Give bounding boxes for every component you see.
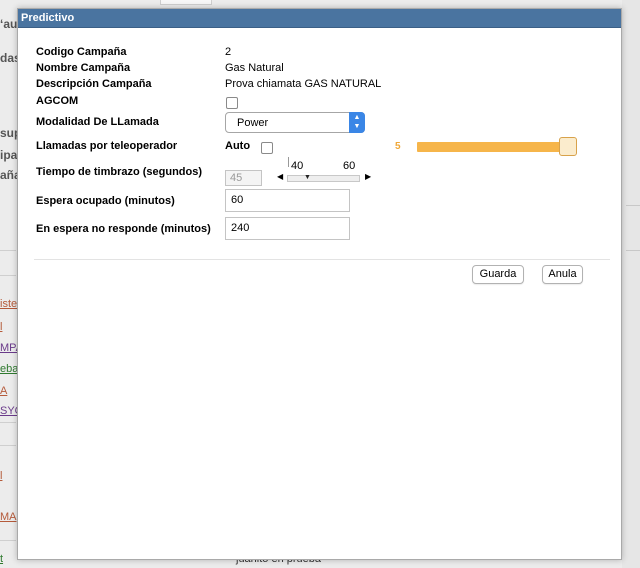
background-divider — [626, 250, 640, 251]
background-divider — [0, 422, 16, 423]
background-label: ʻau — [0, 17, 18, 31]
timbrazo-range-min: 40 — [291, 160, 304, 172]
timbrazo-label: Tiempo de timbrazo (segundos) — [36, 166, 203, 178]
background-link[interactable]: t — [0, 553, 3, 565]
espera-ocupado-input[interactable]: 60 — [225, 189, 350, 212]
nombre-campana-value: Gas Natural — [225, 62, 284, 74]
auto-label: Auto — [225, 140, 251, 152]
dialog-divider — [34, 259, 610, 260]
agcom-checkbox[interactable] — [226, 97, 238, 109]
auto-checkbox[interactable] — [261, 142, 273, 154]
espera-no-responde-input[interactable]: 240 — [225, 217, 350, 240]
range-thumb-icon[interactable]: ▼ — [304, 174, 311, 181]
modalidad-label: Modalidad De LLamada — [36, 116, 159, 128]
range-right-arrow-icon[interactable]: ▶ — [365, 172, 371, 181]
background-link[interactable]: l — [0, 321, 2, 333]
llamadas-slider-handle[interactable] — [559, 137, 577, 156]
background-link[interactable]: iste — [0, 298, 17, 310]
descripcion-campana-value: Prova chiamata GAS NATURAL — [225, 78, 382, 90]
background-divider — [0, 540, 16, 541]
background-label: ipa — [0, 148, 18, 162]
background-divider — [626, 205, 640, 206]
espera-no-responde-label: En espera no responde (minutos) — [36, 223, 211, 235]
descripcion-campana-label: Descripción Campaña — [36, 78, 152, 90]
background-link[interactable]: A — [0, 385, 7, 397]
llamadas-slider-value: 5 — [395, 141, 401, 152]
background-link[interactable]: eba — [0, 363, 18, 375]
background-right-column — [622, 0, 640, 568]
nombre-campana-label: Nombre Campaña — [36, 62, 131, 74]
dialog-title: Predictivo — [21, 12, 75, 24]
modalidad-selected-value: Power — [237, 117, 269, 129]
predictivo-dialog: Predictivo Codigo Campaña 2 Nombre Campa… — [17, 8, 622, 560]
timbrazo-input[interactable]: 45 — [225, 170, 262, 186]
background-divider — [0, 445, 16, 446]
llamadas-slider-track[interactable] — [417, 142, 575, 152]
modalidad-select[interactable]: Power ▲ ▼ — [225, 112, 365, 133]
codigo-campana-value: 2 — [225, 46, 232, 58]
cancel-button[interactable]: Anula — [542, 265, 583, 284]
select-arrows-icon: ▲ ▼ — [349, 112, 365, 133]
background-divider — [0, 275, 16, 276]
timbrazo-range-max: 60 — [343, 160, 356, 172]
background-link[interactable]: l — [0, 470, 2, 482]
espera-ocupado-label: Espera ocupado (minutos) — [36, 195, 175, 207]
agcom-label: AGCOM — [36, 95, 79, 107]
save-button[interactable]: Guarda — [472, 265, 524, 284]
llamadas-label: Llamadas por teleoperador — [36, 140, 178, 152]
codigo-campana-label: Codigo Campaña — [36, 46, 127, 58]
timbrazo-range-tick — [288, 157, 289, 167]
timbrazo-range-track[interactable] — [287, 175, 360, 182]
background-top-box — [160, 0, 212, 5]
dialog-titlebar[interactable]: Predictivo — [18, 9, 621, 28]
background-divider — [0, 250, 16, 251]
range-left-arrow-icon[interactable]: ◀ — [277, 172, 283, 181]
background-link[interactable]: MA — [0, 511, 17, 523]
